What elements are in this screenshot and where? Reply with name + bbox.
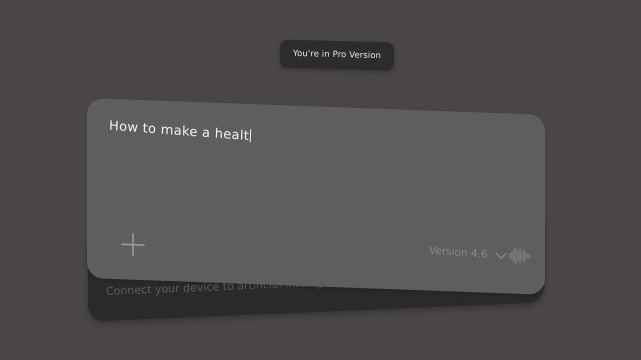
pro-version-label: You're in Pro Version (292, 48, 382, 62)
text-caret (249, 129, 252, 143)
version-select[interactable]: Version 4.6 (429, 245, 507, 263)
prompt-card: How to make a healt Version 4.6 (87, 98, 545, 295)
plus-icon[interactable] (120, 231, 146, 258)
version-label: Version 4.6 (428, 244, 488, 261)
pro-version-badge: You're in Pro Version (279, 39, 395, 71)
prompt-input[interactable]: How to make a healt (109, 119, 252, 144)
prompt-panel: Connect your device to artificial intell… (87, 98, 545, 322)
chevron-down-icon (495, 252, 507, 259)
prompt-text: How to make a healt (108, 118, 250, 145)
waveform-icon[interactable] (509, 246, 531, 265)
